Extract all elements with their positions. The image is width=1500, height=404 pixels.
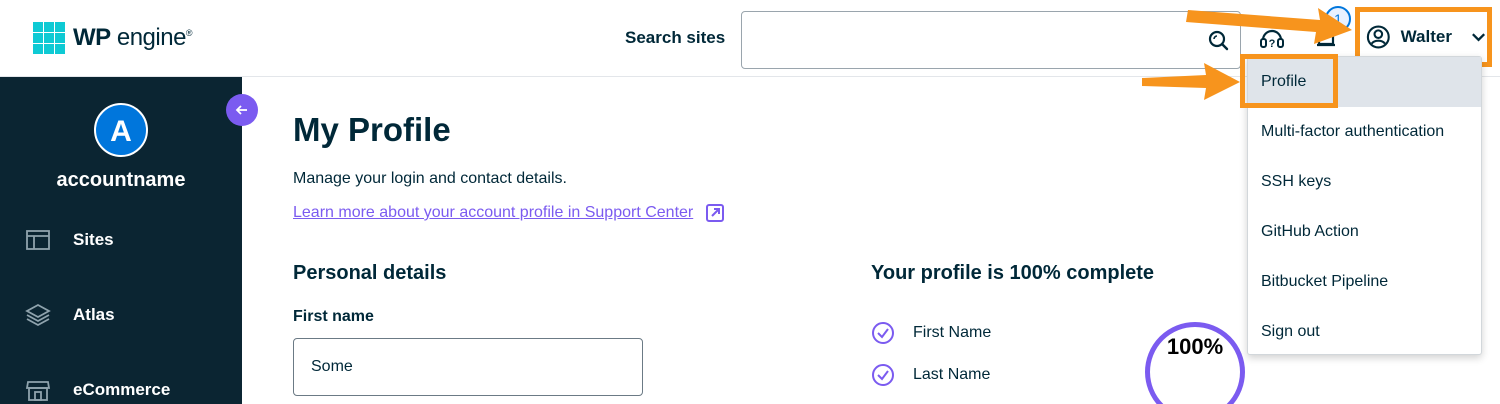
sidebar-item-label: Sites <box>73 230 114 249</box>
chevron-down-icon <box>1471 33 1485 42</box>
logo-text: WP engine® <box>73 24 193 51</box>
checklist-label: Last Name <box>913 366 991 383</box>
first-name-field[interactable]: Some <box>293 338 643 396</box>
menu-item-mfa[interactable]: Multi-factor authentication <box>1248 107 1481 157</box>
sidebar-item-label: Atlas <box>73 305 115 324</box>
layers-icon <box>25 303 51 327</box>
user-name: Walter <box>1400 27 1452 46</box>
support-center-link[interactable]: Learn more about your account profile in… <box>293 203 725 223</box>
sidebar-item-atlas[interactable]: Atlas <box>25 302 115 328</box>
arrow-left-icon <box>235 105 247 115</box>
support-center-link-text: Learn more about your account profile in… <box>293 204 694 221</box>
wpengine-logo[interactable]: WP engine® <box>33 22 193 54</box>
sidebar-item-sites[interactable]: Sites <box>25 227 114 253</box>
sidebar-item-ecommerce[interactable]: eCommerce <box>25 377 170 403</box>
user-circle-icon <box>1366 25 1390 49</box>
logo-mark-icon <box>33 22 65 54</box>
account-name: accountname <box>56 169 186 191</box>
profile-progress-ring: 100% <box>1145 322 1245 404</box>
menu-item-github-action[interactable]: GitHub Action <box>1248 207 1481 257</box>
annotation-arrow-profile <box>1142 63 1240 100</box>
annotation-arrow-user-menu <box>1186 8 1352 44</box>
menu-item-bitbucket-pipeline[interactable]: Bitbucket Pipeline <box>1248 257 1481 307</box>
checklist-label: First Name <box>913 324 992 341</box>
account-avatar[interactable]: A <box>94 103 148 157</box>
profile-highlight-box <box>1240 54 1338 108</box>
page-title: My Profile <box>293 111 451 148</box>
external-link-icon <box>706 204 725 222</box>
search-label: Search sites <box>625 28 726 47</box>
sites-icon <box>26 230 50 250</box>
store-icon <box>25 381 51 401</box>
sidebar-item-label: eCommerce <box>73 380 171 399</box>
personal-details-heading: Personal details <box>293 262 447 284</box>
checklist-item-last-name: Last Name <box>871 363 990 387</box>
menu-item-ssh-keys[interactable]: SSH keys <box>1248 157 1481 207</box>
checklist-item-first-name: First Name <box>871 321 991 345</box>
progress-percent: 100% <box>1166 334 1224 359</box>
menu-item-sign-out[interactable]: Sign out <box>1248 307 1481 357</box>
sidebar: A accountname Sites Atlas eCommerce <box>0 77 242 404</box>
collapse-sidebar-button[interactable] <box>226 94 258 126</box>
check-circle-icon <box>872 322 894 344</box>
check-circle-icon <box>872 364 894 386</box>
profile-completion-heading: Your profile is 100% complete <box>871 262 1155 284</box>
first-name-label: First name <box>293 308 374 325</box>
page-description: Manage your login and contact details. <box>293 170 567 187</box>
